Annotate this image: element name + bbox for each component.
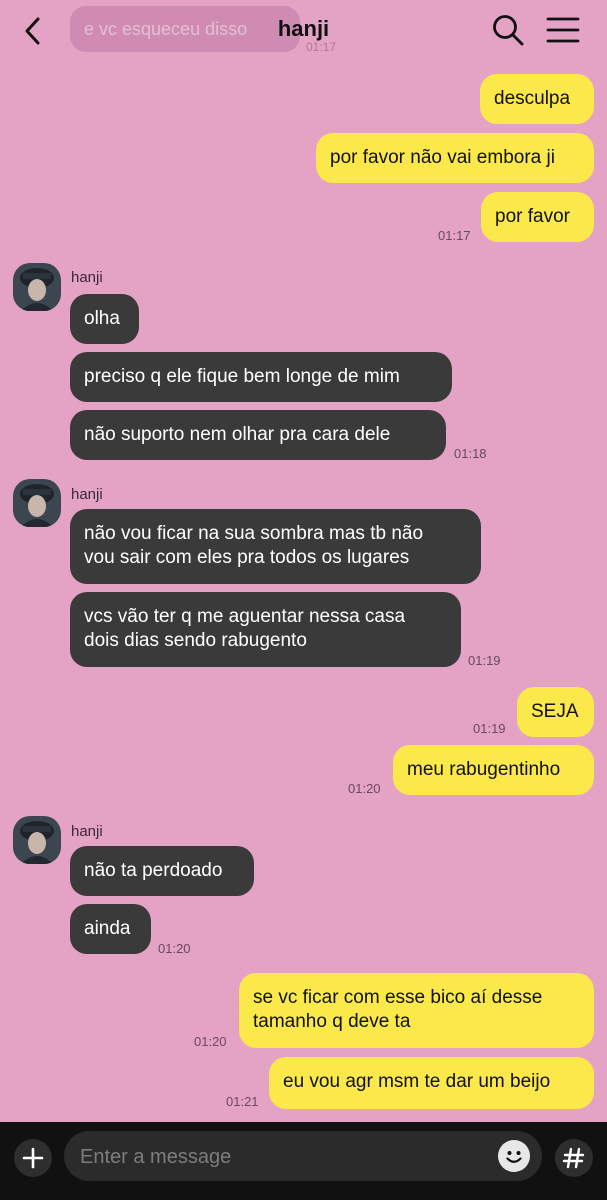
message-line: vcs vão ter q me aguentar nessa casa — [84, 606, 406, 627]
incoming-message[interactable]: ainda — [70, 904, 151, 954]
search-icon — [493, 15, 524, 46]
message-line: não vou ficar na sua sombra mas tb não — [84, 523, 424, 544]
message-time: 01:20 — [158, 941, 191, 956]
hashtag-button[interactable] — [555, 1139, 593, 1177]
message-text: olha — [84, 308, 120, 329]
message-input-bar — [0, 1122, 607, 1200]
emoji-icon — [506, 1151, 522, 1163]
message-text: não suporto nem olhar pra cara dele — [84, 424, 391, 445]
avatar[interactable] — [13, 816, 61, 864]
message-time: 01:17 — [438, 228, 471, 243]
hashtag-icon — [562, 1147, 585, 1169]
message-text: meu rabugentinho — [407, 759, 561, 780]
message-line: tamanho q deve ta — [253, 1011, 411, 1032]
avatar[interactable] — [13, 479, 61, 527]
message-line: dois dias sendo rabugento — [84, 630, 307, 651]
sender-name: hanji — [71, 823, 103, 840]
profile-photo-icon — [13, 816, 61, 864]
outgoing-message[interactable]: por favor não vai embora ji — [316, 133, 594, 183]
message-time: 01:20 — [194, 1034, 227, 1049]
message-input-container — [64, 1131, 542, 1183]
plus-icon — [22, 1147, 44, 1169]
message-text: eu vou agr msm te dar um beijo — [283, 1071, 551, 1092]
scrolled-message-time: 01:17 — [306, 40, 337, 54]
message-text: não ta perdoado — [84, 860, 223, 881]
chevron-left-icon — [25, 17, 40, 45]
emoji-button[interactable] — [498, 1140, 530, 1172]
message-text: preciso q ele fique bem longe de mim — [84, 366, 400, 387]
message-line: se vc ficar com esse bico aí desse — [253, 987, 543, 1008]
incoming-message[interactable]: vcs vão ter q me aguentar nessa casa doi… — [70, 592, 461, 667]
sender-name: hanji — [71, 486, 103, 503]
scrolled-message-text: e vc esqueceu disso — [84, 19, 248, 39]
message-time: 01:20 — [348, 781, 381, 796]
incoming-message[interactable]: não ta perdoado — [70, 846, 254, 896]
scrolled-message-bubble: e vc esqueceu disso — [70, 6, 300, 52]
incoming-message[interactable]: não vou ficar na sua sombra mas tb não v… — [70, 509, 481, 584]
search-button[interactable] — [490, 12, 526, 48]
hamburger-menu-icon — [546, 17, 580, 43]
outgoing-message[interactable]: meu rabugentinho — [393, 745, 594, 795]
attach-button[interactable] — [14, 1139, 52, 1177]
message-input[interactable] — [78, 1131, 482, 1183]
chat-header: e vc esqueceu disso 01:17 hanji — [0, 0, 607, 62]
message-text: por favor — [495, 206, 570, 227]
incoming-message[interactable]: preciso q ele fique bem longe de mim — [70, 352, 452, 402]
message-time: 01:19 — [468, 653, 501, 668]
sender-name: hanji — [71, 269, 103, 286]
message-time: 01:18 — [454, 446, 487, 461]
message-line: vou sair com eles pra todos os lugares — [84, 547, 410, 568]
profile-photo-icon — [13, 479, 61, 527]
message-text: SEJA — [531, 701, 579, 722]
message-text: por favor não vai embora ji — [330, 147, 555, 168]
profile-photo-icon — [13, 263, 61, 311]
outgoing-message[interactable]: desculpa — [480, 74, 594, 124]
outgoing-message[interactable]: se vc ficar com esse bico aí desse taman… — [239, 973, 594, 1048]
outgoing-message[interactable]: por favor — [481, 192, 594, 242]
incoming-message[interactable]: olha — [70, 294, 139, 344]
back-button[interactable] — [20, 14, 50, 48]
message-time: 01:19 — [473, 721, 506, 736]
outgoing-message[interactable]: eu vou agr msm te dar um beijo — [269, 1057, 594, 1109]
message-time: 01:21 — [226, 1094, 259, 1109]
avatar[interactable] — [13, 263, 61, 311]
incoming-message[interactable]: não suporto nem olhar pra cara dele — [70, 410, 446, 460]
message-text: desculpa — [494, 88, 571, 109]
menu-button[interactable] — [544, 12, 582, 48]
outgoing-message[interactable]: SEJA — [517, 687, 594, 737]
message-text: ainda — [84, 918, 131, 939]
